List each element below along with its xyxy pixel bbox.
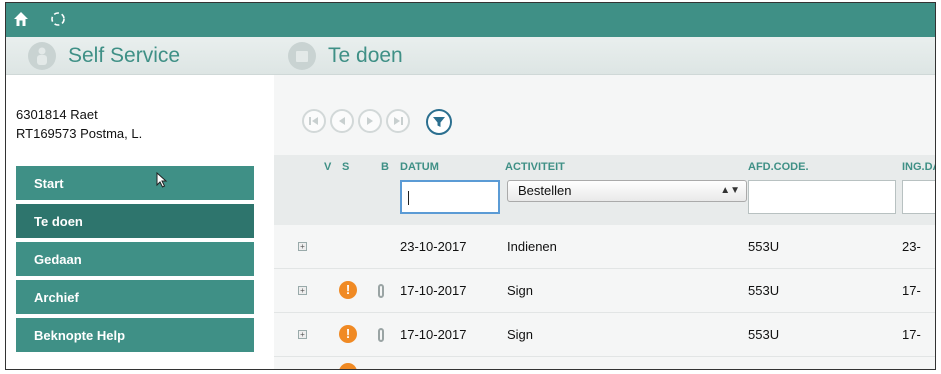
select-arrows-icon: ▲▼ [720,185,740,196]
column-header-afd-code[interactable]: AFD.CODE. [748,161,809,173]
sidebar-item-label: Gedaan [34,251,82,267]
user-line-1: 6301814 Raet [16,107,98,122]
mouse-pointer-icon [156,172,168,188]
inbox-icon [288,42,316,70]
cell-datum: 23-10-2017 [400,239,467,254]
top-bar [6,3,935,37]
section-title-self-service: Self Service [68,44,181,67]
cell-afd-code: 553U [748,283,780,298]
cell-ing-da: 23-10- [902,239,921,298]
warning-icon: ! [339,325,357,343]
next-page-button[interactable] [358,109,382,133]
sidebar-item-label: Beknopte Help [34,327,126,343]
sidebar-item-label: Te doen [34,213,83,229]
paperclip-icon [378,284,384,298]
table-row[interactable]: + ! 17-10-2017 Sign 553U 17-10- [274,313,935,357]
self-service-section: Self Service [28,37,180,75]
sidebar-item-start[interactable]: Start [16,166,254,200]
column-header-v[interactable]: V [324,161,331,173]
text-caret [408,191,409,205]
filter-button[interactable] [426,109,452,135]
warning-icon: ! [339,281,357,299]
person-icon [28,42,56,70]
table-row[interactable]: + 23-10-2017 Indienen 553U 23-10- [274,225,935,298]
sidebar-item-gedaan[interactable]: Gedaan [16,242,254,276]
app-window: Self Service Te doen 6301814 Raet RT1695… [5,2,936,370]
first-page-button[interactable] [302,109,326,133]
cell-activiteit: Indienen [507,239,557,254]
cell-activiteit: Sign [507,327,534,342]
section-bar: Self Service Te doen [6,37,935,75]
home-icon[interactable] [13,11,29,27]
previous-page-button[interactable] [330,109,354,133]
section-title-todo: Te doen [328,44,403,67]
skip-first-icon [309,117,318,125]
paperclip-icon [378,328,384,342]
cell-afd-code: 553U [748,327,780,342]
cell-ing-da: 17-10- [902,283,921,342]
activiteit-filter-select[interactable]: Bestellen ▲▼ [507,180,747,202]
user-info: 6301814 Raet RT169573 Postma, L. [16,105,142,143]
expand-row-icon[interactable]: + [298,242,307,251]
table-row[interactable]: + ! 17-10-2017 Sign 553U 17-10- [274,269,935,342]
table-row-partial [274,357,935,369]
chevron-left-icon [339,117,345,125]
spinner-icon[interactable] [50,11,66,27]
user-line-2: RT169573 Postma, L. [16,126,143,141]
sidebar-item-label: Start [34,175,64,191]
warning-icon [339,363,357,369]
sidebar-menu: Start Te doen Gedaan Archief Beknopte He… [16,166,254,356]
cell-afd-code: 553U [748,239,780,254]
activiteit-filter-value: Bestellen [518,183,572,198]
ing-da-filter-input[interactable] [902,180,935,214]
expand-row-icon[interactable]: + [298,330,307,339]
cell-activiteit: Sign [507,283,534,298]
sidebar-item-archief[interactable]: Archief [16,280,254,314]
column-header-b[interactable]: B [381,161,389,173]
column-header-ing-da[interactable]: ING.DA [902,161,935,173]
sidebar-item-beknopte-help[interactable]: Beknopte Help [16,318,254,352]
pagination [302,109,452,135]
column-header-activiteit[interactable]: ACTIVITEIT [505,161,565,173]
expand-row-icon[interactable]: + [298,286,307,295]
last-page-button[interactable] [386,109,410,133]
datum-filter-input[interactable] [400,180,500,214]
skip-last-icon [394,117,403,125]
cell-ing-da: 17-10- [902,327,921,342]
sidebar-item-label: Archief [34,289,79,305]
column-header-s[interactable]: S [342,161,349,173]
cell-datum: 17-10-2017 [400,327,467,342]
chevron-right-icon [367,117,373,125]
cell-datum: 17-10-2017 [400,283,467,298]
todo-section: Te doen [288,37,403,75]
filter-icon [433,117,445,127]
column-header-datum[interactable]: DATUM [400,161,439,173]
afd-code-filter-input[interactable] [748,180,896,214]
sidebar-item-te-doen[interactable]: Te doen [16,204,254,238]
